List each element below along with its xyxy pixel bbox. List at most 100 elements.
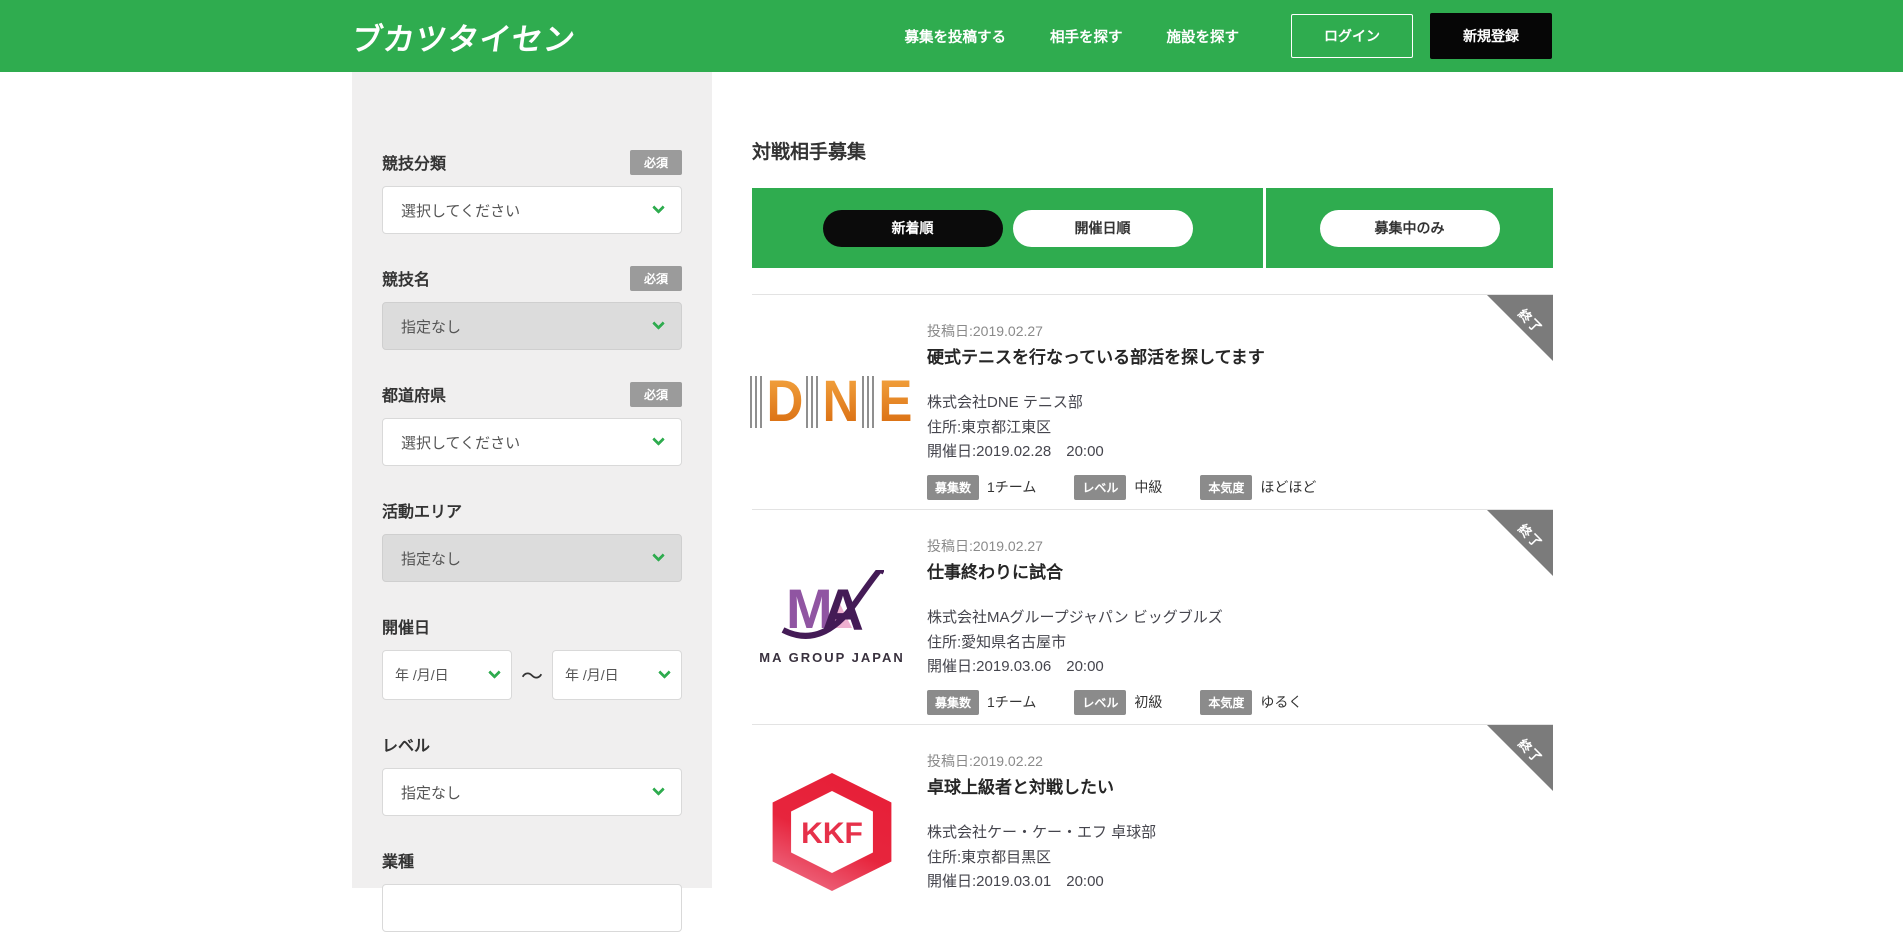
main-nav: 募集を投稿する 相手を探す 施設を探す ログイン 新規登録: [905, 0, 1553, 72]
sport-name-select[interactable]: 指定なし: [382, 302, 682, 350]
filter-label: 競技名: [382, 266, 430, 290]
company-logo-ma: M A MA GROUP JAPAN: [752, 510, 912, 724]
filter-group-activity-area: 活動エリア 指定なし: [382, 498, 682, 582]
company-address: 住所:東京都江東区: [927, 416, 1553, 441]
filter-group-prefecture: 都道府県 必須 選択してください: [382, 382, 682, 466]
badge-level-value: 初級: [1134, 692, 1162, 712]
event-date: 開催日:2019.03.06 20:00: [927, 655, 1553, 680]
badge-seriousness: 本気度: [1200, 475, 1252, 500]
filter-group-sport-category: 競技分類 必須 選択してください: [382, 150, 682, 234]
badge-level: レベル: [1074, 475, 1126, 500]
filter-group-level: レベル 指定なし: [382, 732, 682, 816]
badge-level-value: 中級: [1134, 477, 1162, 497]
logo-stripes-decoration: [862, 376, 875, 428]
filter-label: レベル: [382, 732, 430, 756]
badge-row: 募集数 1チーム レベル 中級 本気度 ほどほど: [927, 475, 1553, 500]
kkf-logo-text: KKF: [765, 817, 900, 851]
event-date: 開催日:2019.03.01 20:00: [927, 870, 1553, 895]
badge-recruit-count: 募集数: [927, 475, 979, 500]
badge-recruit-count: 募集数: [927, 690, 979, 715]
recruitment-card-3[interactable]: 終了 KKF 投稿日:2019.02.22 卓球上級者と対戦したい 株式会社ケー…: [752, 724, 1553, 939]
activity-area-select[interactable]: 指定なし: [382, 534, 682, 582]
posted-date: 投稿日:2019.02.27: [927, 536, 1553, 556]
sort-by-event-date-button[interactable]: 開催日順: [1013, 210, 1193, 247]
chevron-down-icon: [652, 549, 665, 562]
date-from-select[interactable]: 年 /月/日: [382, 650, 512, 700]
company-name: 株式会社ケー・ケー・エフ 卓球部: [927, 821, 1553, 846]
filter-group-industry: 業種: [382, 848, 682, 932]
event-date: 開催日:2019.02.28 20:00: [927, 440, 1553, 465]
posted-date: 投稿日:2019.02.27: [927, 321, 1553, 341]
signup-button[interactable]: 新規登録: [1430, 13, 1552, 59]
login-button[interactable]: ログイン: [1291, 14, 1413, 58]
date-range-separator: 〜: [512, 659, 552, 691]
industry-select[interactable]: [382, 884, 682, 932]
recruitment-card-2[interactable]: 終了 M A MA GROUP JAPAN 投稿日:2019.02.27 仕事終…: [752, 509, 1553, 724]
chevron-down-icon: [658, 666, 671, 679]
recruitment-list: 終了 D N E 投稿日:2019.02.27 硬式テニスを行なっている部活を探…: [752, 294, 1553, 939]
select-value: 指定なし: [401, 548, 461, 569]
chevron-down-icon: [488, 666, 501, 679]
filter-label: 活動エリア: [382, 498, 462, 522]
card-title[interactable]: 仕事終わりに試合: [927, 561, 1553, 585]
level-select[interactable]: 指定なし: [382, 768, 682, 816]
filter-group-event-date: 開催日 年 /月/日 〜 年 /月/日: [382, 614, 682, 700]
logo-stripes-decoration: [750, 376, 763, 428]
badge-recruit-count-value: 1チーム: [987, 477, 1036, 497]
ma-monogram: M A: [780, 570, 884, 642]
chevron-down-icon: [652, 433, 665, 446]
filter-sidebar: 競技分類 必須 選択してください 競技名 必須 指定なし 都道府県 必須 選択し…: [352, 72, 712, 888]
card-title[interactable]: 卓球上級者と対戦したい: [927, 776, 1553, 800]
kkf-hexagon-logo: KKF: [765, 773, 900, 891]
sport-category-select[interactable]: 選択してください: [382, 186, 682, 234]
filter-label: 競技分類: [382, 150, 446, 174]
select-value: 年 /月/日: [395, 665, 449, 685]
date-to-select[interactable]: 年 /月/日: [552, 650, 682, 700]
filter-label: 都道府県: [382, 382, 446, 406]
company-address: 住所:東京都目黒区: [927, 846, 1553, 871]
filter-label: 開催日: [382, 614, 430, 638]
filter-label: 業種: [382, 848, 414, 872]
chevron-down-icon: [652, 317, 665, 330]
chevron-down-icon: [652, 783, 665, 796]
select-value: 選択してください: [401, 200, 520, 221]
sort-toolbar-left: 新着順 開催日順: [752, 188, 1263, 268]
open-only-filter-button[interactable]: 募集中のみ: [1320, 210, 1500, 247]
logo-stripes-decoration: [806, 376, 819, 428]
select-value: 指定なし: [401, 316, 461, 337]
card-body: 投稿日:2019.02.27 硬式テニスを行なっている部活を探してます 株式会社…: [927, 295, 1553, 509]
card-body: 投稿日:2019.02.27 仕事終わりに試合 株式会社MAグループジャパン ビ…: [927, 510, 1553, 724]
select-value: 指定なし: [401, 782, 461, 803]
filter-group-sport-name: 競技名 必須 指定なし: [382, 266, 682, 350]
prefecture-select[interactable]: 選択してください: [382, 418, 682, 466]
badge-seriousness: 本気度: [1200, 690, 1252, 715]
company-address: 住所:愛知県名古屋市: [927, 631, 1553, 656]
chevron-down-icon: [652, 201, 665, 214]
select-value: 年 /月/日: [565, 665, 619, 685]
site-header: ブカツタイセン 募集を投稿する 相手を探す 施設を探す ログイン 新規登録: [0, 0, 1903, 72]
card-title[interactable]: 硬式テニスを行なっている部活を探してます: [927, 346, 1553, 370]
badge-seriousness-value: ゆるく: [1260, 692, 1302, 712]
badge-seriousness-value: ほどほど: [1260, 477, 1316, 497]
ma-logo-caption: MA GROUP JAPAN: [759, 650, 905, 665]
sort-toolbar-right: 募集中のみ: [1266, 188, 1553, 268]
required-badge: 必須: [630, 150, 682, 175]
required-badge: 必須: [630, 382, 682, 407]
recruitment-card-1[interactable]: 終了 D N E 投稿日:2019.02.27 硬式テニスを行なっている部活を探…: [752, 294, 1553, 509]
required-badge: 必須: [630, 266, 682, 291]
nav-find-opponent[interactable]: 相手を探す: [1050, 26, 1123, 47]
site-logo[interactable]: ブカツタイセン: [349, 14, 579, 59]
badge-level: レベル: [1074, 690, 1126, 715]
page-title: 対戦相手募集: [752, 72, 1553, 166]
badge-row: 募集数 1チーム レベル 初級 本気度 ゆるく: [927, 690, 1553, 715]
nav-find-facility[interactable]: 施設を探す: [1167, 26, 1240, 47]
nav-post-recruitment[interactable]: 募集を投稿する: [905, 26, 1007, 47]
card-body: 投稿日:2019.02.22 卓球上級者と対戦したい 株式会社ケー・ケー・エフ …: [927, 725, 1553, 939]
sort-newest-button[interactable]: 新着順: [823, 210, 1003, 247]
posted-date: 投稿日:2019.02.22: [927, 751, 1553, 771]
company-logo-kkf: KKF: [752, 725, 912, 939]
badge-recruit-count-value: 1チーム: [987, 692, 1036, 712]
dne-logo: D N E: [750, 376, 914, 428]
main-content: 対戦相手募集 新着順 開催日順 募集中のみ 終了 D N E 投稿日:2: [752, 72, 1553, 939]
select-value: 選択してください: [401, 432, 520, 453]
